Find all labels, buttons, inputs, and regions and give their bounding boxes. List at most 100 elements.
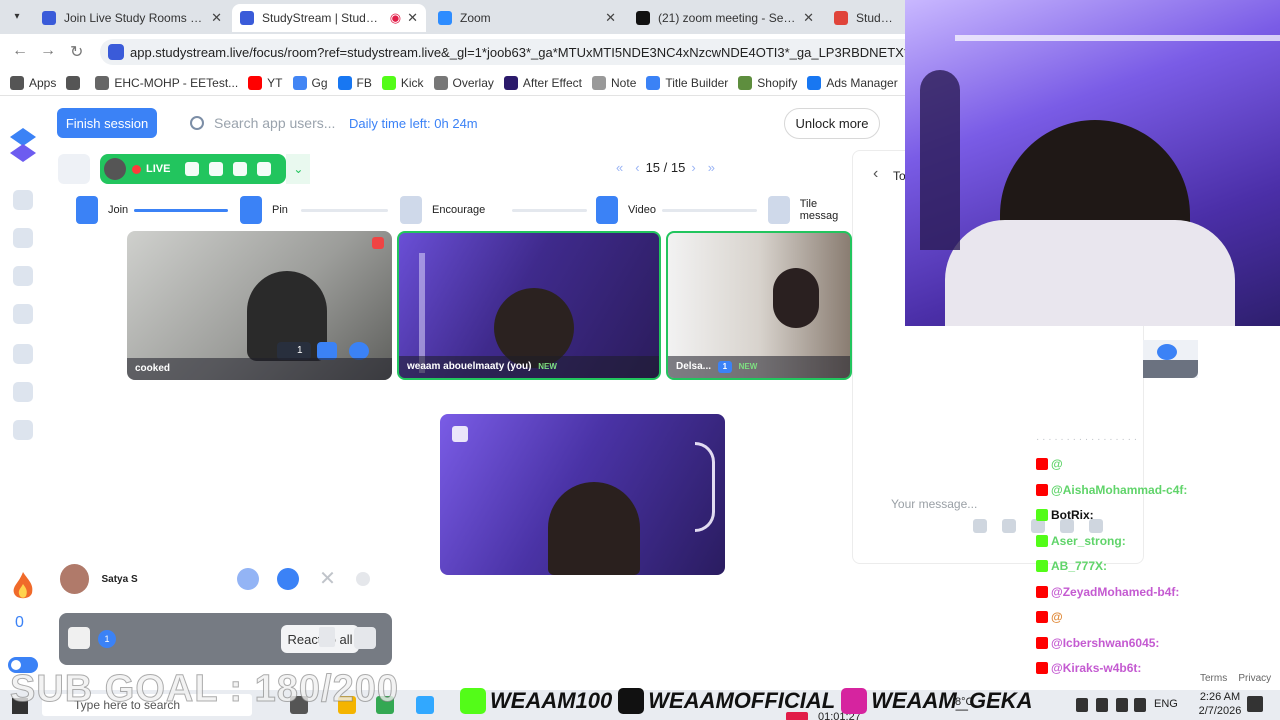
tasks-icon[interactable] <box>13 382 33 402</box>
stats-icon[interactable] <box>13 344 33 364</box>
step-tile-message[interactable]: Tile messag <box>768 196 858 224</box>
stream-chat-line: @Kiraks-w4b6t: <box>1036 660 1145 676</box>
browser-tab-4[interactable]: (21) zoom meeting - Search / X ✕ <box>628 4 822 32</box>
browser-tab-1[interactable]: Join Live Study Rooms | Boost P ✕ <box>34 4 230 32</box>
close-tab-icon[interactable]: ✕ <box>407 10 418 26</box>
chevron-down-icon[interactable]: ⌄ <box>286 154 311 184</box>
step-encourage[interactable]: Encourage <box>400 196 485 224</box>
mic-icon[interactable] <box>1076 698 1088 712</box>
pin-icon[interactable] <box>452 426 468 442</box>
react-bar: 1 React to all <box>59 613 392 665</box>
browser-tab-5[interactable]: Study-strea <box>826 4 906 32</box>
step-progress <box>134 209 228 212</box>
stream-chat-overlay: · · · · · · · · · · · · · · · · · @ @Aish… <box>1036 430 1280 700</box>
photoshop-icon[interactable] <box>416 696 434 714</box>
site-info-icon[interactable] <box>108 44 124 60</box>
step-video[interactable]: Video <box>596 196 656 224</box>
eye-icon[interactable] <box>356 572 371 586</box>
stream-chat-line: BotRix: <box>1036 507 1098 523</box>
bookmark-item[interactable] <box>66 75 85 90</box>
bookmark-item[interactable]: YT <box>248 75 283 90</box>
close-icon[interactable]: ✕ <box>317 568 339 590</box>
bookmark-icon <box>503 75 518 90</box>
back-icon[interactable]: ← <box>12 42 28 60</box>
attach-icon[interactable] <box>973 519 987 533</box>
community-icon[interactable] <box>13 420 33 440</box>
close-tab-icon[interactable]: ✕ <box>211 10 222 26</box>
trash-icon[interactable] <box>319 627 335 647</box>
bookmark-item[interactable]: Gg <box>292 75 328 90</box>
calendar-icon[interactable] <box>13 304 33 324</box>
home-icon[interactable] <box>13 190 33 210</box>
participant-tile[interactable]: Delsa... 1 NEW <box>666 231 852 380</box>
bookmark-item[interactable]: Overlay <box>433 75 494 90</box>
kick-icon <box>1036 534 1048 547</box>
bookmark-icon <box>337 75 352 90</box>
youtube-icon <box>1036 458 1048 470</box>
user-settings-icon[interactable] <box>58 154 90 184</box>
camera-icon[interactable] <box>185 162 200 176</box>
youtube-icon <box>1036 585 1048 598</box>
volume-icon[interactable] <box>1134 698 1146 712</box>
live-controls-bar: LIVE <box>100 154 287 184</box>
pin-icon[interactable] <box>237 568 260 590</box>
person-shirt <box>945 220 1235 326</box>
network-icon[interactable] <box>1116 698 1128 712</box>
last-page-icon[interactable]: » <box>708 160 715 175</box>
bookmark-item[interactable]: Kick <box>381 75 424 90</box>
reload-icon[interactable]: ↻ <box>70 42 83 62</box>
bookmark-item[interactable]: Title Builder <box>646 75 728 90</box>
terms-link[interactable]: Terms <box>1200 673 1227 684</box>
first-page-icon[interactable]: « <box>616 160 623 175</box>
download-icon[interactable] <box>354 627 376 649</box>
bookmark-item[interactable]: Ads Manager <box>807 75 898 90</box>
step-join[interactable]: Join <box>76 196 128 224</box>
language-indicator[interactable]: ENG <box>1154 698 1178 710</box>
browser-tab-3[interactable]: Zoom ✕ <box>430 4 624 32</box>
tab-list-button[interactable]: ▾ <box>8 8 26 26</box>
close-tab-icon[interactable]: ✕ <box>605 10 616 26</box>
close-tab-icon[interactable]: ✕ <box>803 10 814 26</box>
bookmark-item[interactable]: Apps <box>10 75 56 90</box>
bookmark-item[interactable]: After Effect <box>503 75 582 90</box>
shield-icon[interactable] <box>233 162 248 176</box>
tile-name-bar <box>1143 360 1198 378</box>
participant-video <box>548 482 640 575</box>
chat-username: BotRix: <box>1051 508 1094 522</box>
studystream-logo[interactable] <box>10 128 36 164</box>
bookmark-item[interactable]: Shopify <box>738 75 797 90</box>
participant-tile[interactable]: 1 cooked <box>127 231 392 380</box>
emoji-icon[interactable] <box>1157 344 1177 360</box>
chevron-left-icon[interactable]: ‹ <box>873 165 878 183</box>
focused-video[interactable] <box>440 414 725 575</box>
finish-session-button[interactable]: Finish session <box>57 108 157 138</box>
new-tag: NEW <box>538 362 557 371</box>
chat-icon[interactable] <box>13 266 33 286</box>
thumbs-up-icon[interactable] <box>68 627 90 649</box>
browser-tab-2[interactable]: StudyStream | Study With St ◉ ✕ <box>232 4 426 32</box>
streak-count: 0 <box>15 614 24 631</box>
gear-icon[interactable] <box>257 162 272 176</box>
member-row[interactable]: Satya S ✕ <box>60 562 371 596</box>
participant-tile-self[interactable]: weaam abouelmaaty (you) NEW <box>397 231 661 380</box>
notification-icon[interactable] <box>1247 696 1263 712</box>
gif-icon[interactable] <box>1002 519 1016 533</box>
prev-page-icon[interactable]: ‹ <box>635 160 639 175</box>
social-handle: WEAAM100 <box>460 688 612 714</box>
bookmark-item[interactable]: EHC-MOHP - EETest... <box>95 75 238 90</box>
profile-icon[interactable] <box>13 228 33 248</box>
privacy-link[interactable]: Privacy <box>1238 673 1271 684</box>
step-label: Encourage <box>432 204 486 216</box>
unlock-more-button[interactable]: Unlock more <box>784 108 880 139</box>
bookmark-item[interactable]: Note <box>592 75 636 90</box>
step-pin[interactable]: Pin <box>240 196 288 224</box>
search-users-input[interactable]: Search app users... <box>176 108 336 138</box>
battery-icon[interactable] <box>1096 698 1108 712</box>
next-page-icon[interactable]: › <box>691 160 695 175</box>
clock[interactable]: 2:26 AM 2/7/2026 <box>1190 690 1250 718</box>
studystream-icon <box>42 11 56 25</box>
focus-icon[interactable] <box>209 162 224 176</box>
bookmark-item[interactable]: FB <box>337 75 372 90</box>
forward-icon[interactable]: → <box>40 42 56 60</box>
thumbs-up-icon[interactable] <box>277 568 299 590</box>
